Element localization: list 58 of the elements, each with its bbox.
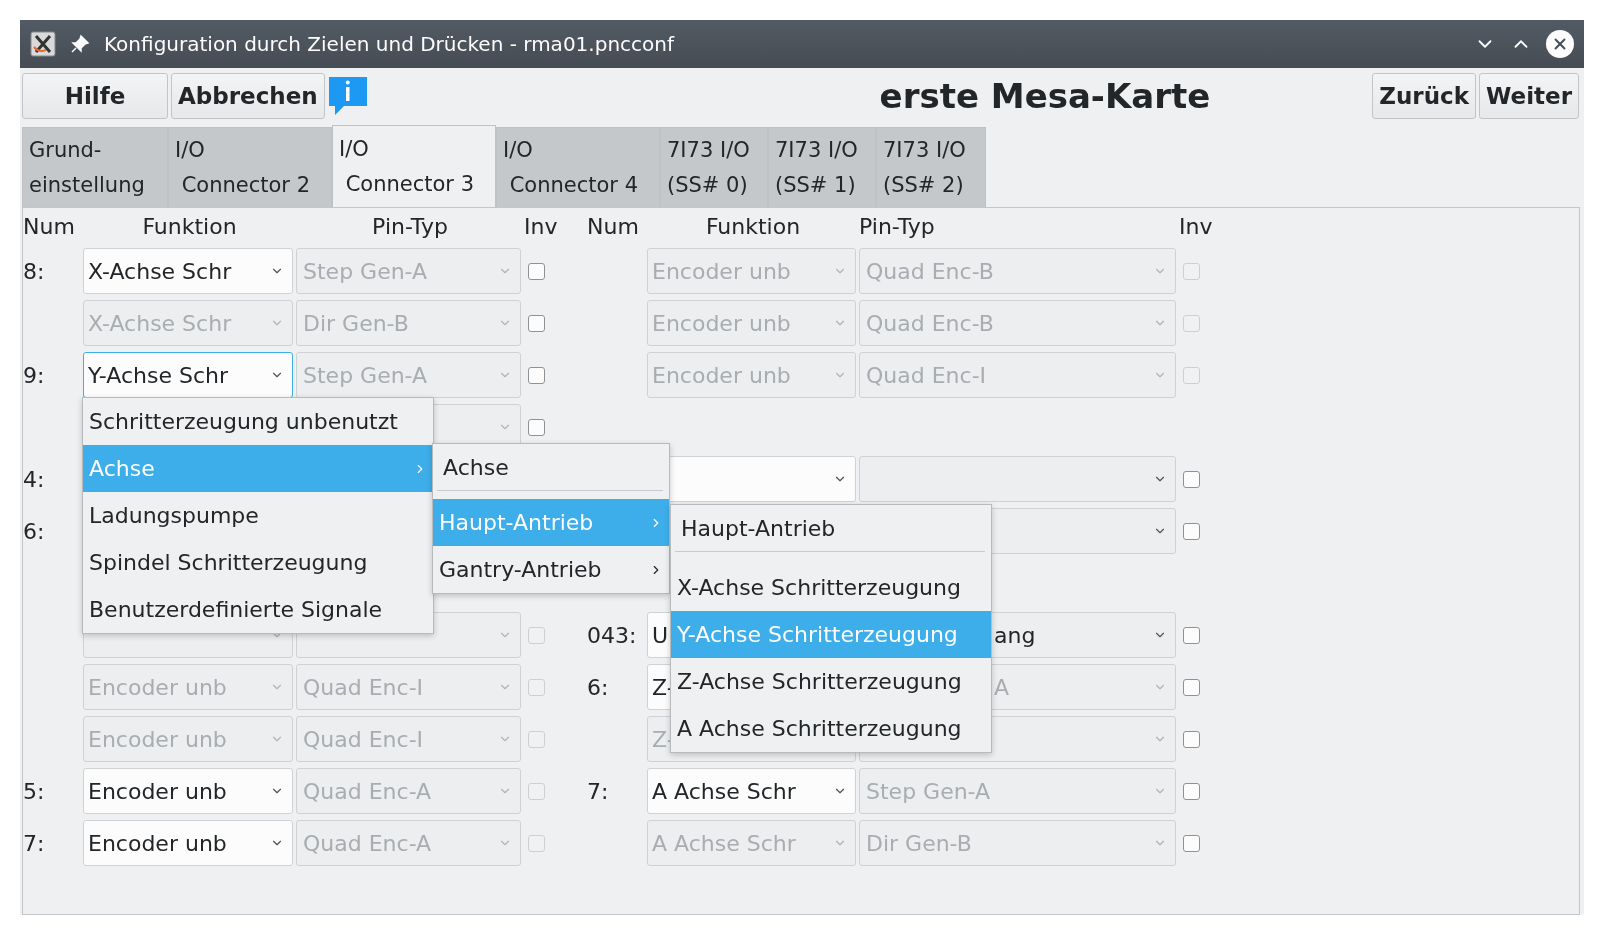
pin-icon <box>70 34 90 54</box>
invert-checkbox[interactable] <box>1183 522 1200 540</box>
column-header: Inv <box>1179 214 1213 239</box>
invert-checkbox[interactable] <box>528 366 545 384</box>
pin-number: 5: <box>23 778 45 804</box>
app-icon <box>30 31 56 57</box>
toolbar-button[interactable]: Hilfe <box>22 73 168 119</box>
invert-checkbox[interactable] <box>1183 678 1200 696</box>
menu-item[interactable]: Schritterzeugung unbenutzt <box>83 398 433 445</box>
column-header: Pin-Typ <box>859 214 935 239</box>
column-header: Funktion <box>705 214 801 239</box>
invert-checkbox[interactable] <box>528 314 545 332</box>
navigation-button[interactable]: Weiter <box>1479 73 1579 119</box>
pin-number: 7: <box>587 778 609 804</box>
tab[interactable]: I/O Connector 4 <box>496 127 660 207</box>
tab[interactable]: 7I73 I/O (SS# 0) <box>660 127 768 207</box>
tab[interactable]: Grund- einstellung <box>22 127 168 207</box>
column-header: Funktion <box>142 214 237 239</box>
toolbar-button[interactable]: Abbrechen <box>171 73 325 119</box>
tab[interactable]: 7I73 I/O (SS# 1) <box>768 127 876 207</box>
pin-number: 6: <box>23 518 45 544</box>
navigation-button[interactable]: Zurück <box>1372 73 1476 119</box>
menu-item[interactable]: X-Achse Schritterzeugung <box>671 564 991 611</box>
pin-number: 4: <box>23 466 45 492</box>
menu-item[interactable]: Spindel Schritterzeugung <box>83 539 433 586</box>
menu-item[interactable]: Ladungspumpe <box>83 492 433 539</box>
close-button[interactable] <box>1546 30 1574 58</box>
tab[interactable]: 7I73 I/O (SS# 2) <box>876 127 986 207</box>
page-title: erste Mesa-Karte <box>878 76 1212 116</box>
function-dropdown[interactable]: A Achse Schr <box>647 768 856 814</box>
invert-checkbox[interactable] <box>1183 626 1200 644</box>
function-dropdown[interactable]: Encoder unb <box>83 820 293 866</box>
invert-checkbox[interactable] <box>528 418 545 436</box>
invert-checkbox[interactable] <box>1183 730 1200 748</box>
menu-section-title: Haupt-Antrieb <box>675 505 985 552</box>
pin-number: 043: <box>587 622 637 648</box>
invert-checkbox[interactable] <box>528 262 545 280</box>
function-dropdown[interactable]: X-Achse Schr <box>83 248 293 294</box>
invert-checkbox[interactable] <box>1183 834 1200 852</box>
function-dropdown[interactable]: Y-Achse Schr <box>83 352 293 398</box>
window-title: Konfiguration durch Zielen und Drücken - rma01.pncconf <box>104 32 676 56</box>
menu-section-title: Achse <box>437 444 663 491</box>
menu-item[interactable]: Benutzerdefinierte Signale <box>83 586 433 633</box>
pin-number: 9: <box>23 362 45 388</box>
tab[interactable]: I/O Connector 2 <box>168 127 332 207</box>
pin-number: 6: <box>587 674 609 700</box>
column-header: Inv <box>524 214 558 239</box>
menu-item[interactable]: Gantry-Antrieb <box>433 546 669 593</box>
function-dropdown[interactable]: Encoder unb <box>83 768 293 814</box>
column-header: Num <box>23 214 75 239</box>
info-icon[interactable] <box>327 76 368 116</box>
column-header: Pin-Typ <box>372 214 448 239</box>
invert-checkbox[interactable] <box>1183 470 1200 488</box>
pin-number: 7: <box>23 830 45 856</box>
pin-number: 8: <box>23 258 45 284</box>
tab[interactable]: I/O Connector 3 <box>332 125 496 207</box>
column-header: Num <box>587 214 639 239</box>
invert-checkbox[interactable] <box>1183 782 1200 800</box>
